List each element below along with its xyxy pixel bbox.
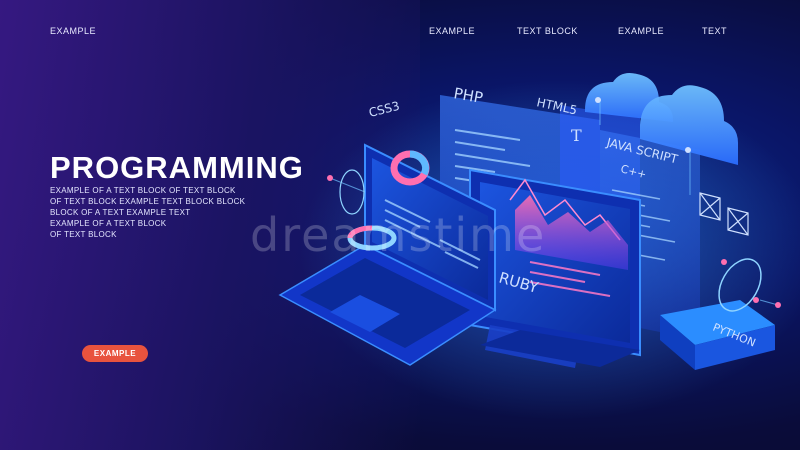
watermark: dreamstime (250, 208, 547, 262)
node-dot (595, 97, 601, 103)
node-dot (775, 302, 781, 308)
node-dot (685, 147, 691, 153)
node-dot (327, 175, 333, 181)
svg-text:T: T (571, 126, 582, 145)
language-label-css: CSS3 (367, 99, 401, 120)
